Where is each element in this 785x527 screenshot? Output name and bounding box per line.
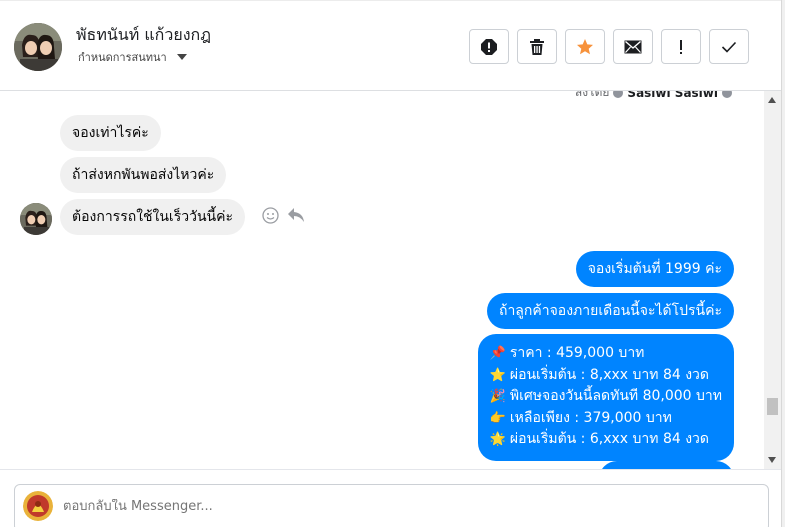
reply-input[interactable] [63,499,663,514]
info-icon[interactable] [722,91,732,98]
message-thread: ส่งโดย Sasiwi Sasiwi จองเท่าไรค่ะ ถ้าส่ง… [0,91,764,469]
page-avatar [23,491,53,521]
promo-line: ⭐ ผ่อนเริ่มต้น : 8,xxx บาท 84 งวด [490,365,722,387]
smiley-icon[interactable] [262,207,279,224]
sent-by-prefix: ส่งโดย [574,91,610,99]
alert-circle-icon [481,38,497,55]
user-dot-icon [613,91,624,98]
incoming-message[interactable]: ถ้าส่งหกพันพอส่งไหวค่ะ [60,157,227,193]
party-popper-icon: 🎉 [489,389,506,404]
reply-composer[interactable] [14,484,769,527]
action-toolbar [469,29,749,64]
trash-icon [530,38,544,55]
report-button[interactable] [469,29,509,64]
promo-line: 🌟 ผ่อนเริ่มต้น : 6,xxx บาท 84 งวด [490,429,722,451]
sent-by-name: Sasiwi Sasiwi [627,91,718,100]
promo-line: 🎉 พิเศษจองวันนี้ลดทันที 80,000 บาท [490,386,722,408]
promo-message[interactable]: 📌 ราคา : 459,000 บาท ⭐ ผ่อนเริ่มต้น : 8,… [477,334,734,461]
scroll-thumb[interactable] [767,398,778,415]
messages-scrollbar[interactable] [764,91,781,469]
star-icon: ⭐ [489,367,506,383]
promo-text: เหลือเพียง : 379,000 บาท [509,409,672,426]
promo-line: 📌 ราคา : 459,000 บาท [490,343,722,365]
important-button[interactable] [661,29,701,64]
conversation-header: พัธทนันท์ แก้วยงกฎ กำหนดการสนทนา [0,0,781,91]
message-actions [262,207,305,224]
star-icon [577,38,593,54]
panel-divider [781,0,785,527]
conversation-settings-dropdown[interactable]: กำหนดการสนทนา [78,48,187,66]
outgoing-message-partial[interactable] [599,461,734,469]
outgoing-message[interactable]: จองเริ่มต้นที่ 1999 ค่ะ [575,251,734,287]
promo-text: พิเศษจองวันนี้ลดทันที 80,000 บาท [509,388,722,404]
scroll-up-arrow-icon[interactable] [768,97,776,103]
contact-avatar[interactable] [14,23,62,71]
composer-area [0,469,781,527]
promo-line: 👉 เหลือเพียง : 379,000 บาท [490,408,722,430]
conversation-settings-label: กำหนดการสนทนา [78,51,167,64]
incoming-message[interactable]: จองเท่าไรค่ะ [60,115,161,151]
outgoing-message[interactable]: ถ้าลูกค้าจองภายเดือนนี้จะได้โปรนี้ค่ะ [486,293,734,329]
sender-avatar[interactable] [20,203,52,235]
envelope-icon [624,40,642,53]
mark-unread-button[interactable] [613,29,653,64]
scroll-down-arrow-icon[interactable] [768,457,776,463]
exclamation-icon [680,39,682,54]
incoming-message[interactable]: ต้องการรถใช้ในเร็ววันนี้ค่ะ [60,199,245,235]
glowing-star-icon: 🌟 [489,432,506,447]
pushpin-icon: 📌 [489,346,506,361]
delete-button[interactable] [517,29,557,64]
star-button[interactable] [565,29,605,64]
promo-text: ผ่อนเริ่มต้น : 6,xxx บาท 84 งวด [509,431,709,447]
sent-by-label: ส่งโดย Sasiwi Sasiwi [575,91,732,102]
checkmark-icon [721,41,737,53]
caret-down-icon [176,54,187,60]
pointing-hand-icon: 👉 [489,410,506,426]
reply-icon[interactable] [287,207,305,223]
contact-name[interactable]: พัธทนันท์ แก้วยงกฎ [76,23,211,48]
promo-text: ผ่อนเริ่มต้น : 8,xxx บาท 84 งวด [509,366,709,383]
promo-text: ราคา : 459,000 บาท [509,345,645,361]
done-button[interactable] [709,29,749,64]
